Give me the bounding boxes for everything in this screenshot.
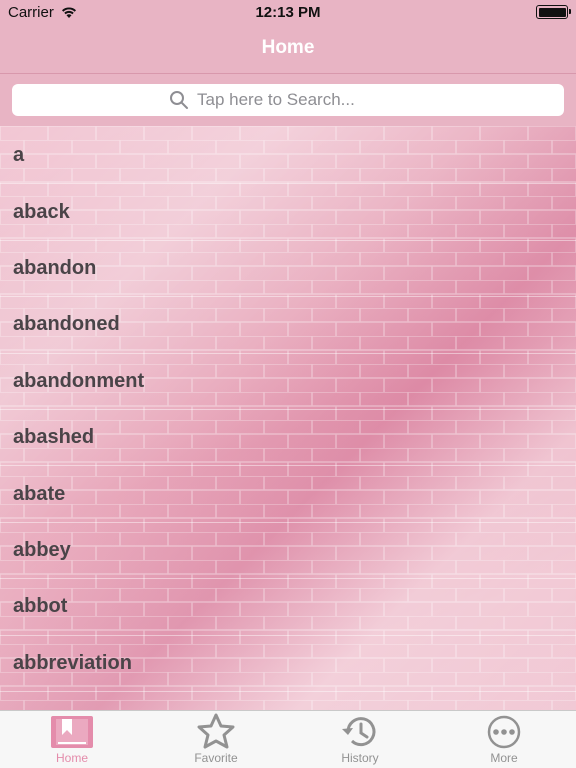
tab-favorite[interactable]: Favorite <box>144 711 288 768</box>
status-bar: Carrier 12:13 PM <box>0 0 576 24</box>
list-item[interactable]: abbreviation <box>0 636 576 692</box>
search-icon <box>170 91 188 109</box>
carrier-label: Carrier <box>8 3 54 21</box>
battery-icon <box>536 5 571 19</box>
status-time: 12:13 PM <box>255 3 321 21</box>
tab-more[interactable]: More <box>432 711 576 768</box>
list-item[interactable]: abbot <box>0 579 576 636</box>
list-item[interactable]: abandoned <box>0 297 576 354</box>
tab-home[interactable]: Home <box>0 711 144 768</box>
word-list: a aback abandon abandoned abandonment ab… <box>0 128 576 710</box>
tab-label: Favorite <box>194 751 238 765</box>
history-clock-icon <box>342 717 376 747</box>
tab-bar: Home Favorite History More <box>0 710 576 768</box>
list-item[interactable]: abate <box>0 466 576 523</box>
list-item[interactable]: abashed <box>0 410 576 467</box>
wifi-icon <box>61 7 76 18</box>
navigation-bar: Carrier 12:13 PM Home <box>0 0 576 74</box>
list-item[interactable]: abandon <box>0 241 576 298</box>
list-item[interactable]: a <box>0 128 576 185</box>
page-title: Home <box>261 37 315 58</box>
more-dots-icon <box>487 715 521 749</box>
list-item[interactable]: aback <box>0 184 576 241</box>
tab-history[interactable]: History <box>288 711 432 768</box>
list-item[interactable]: abbey <box>0 523 576 580</box>
search-bar <box>0 74 576 126</box>
list-item[interactable]: abandonment <box>0 354 576 410</box>
tab-label: Home <box>55 751 88 765</box>
tab-label: More <box>490 751 518 765</box>
star-icon <box>197 713 235 749</box>
tab-label: History <box>341 751 379 765</box>
bookmark-book-icon <box>51 716 93 748</box>
search-input[interactable] <box>197 90 407 110</box>
search-field[interactable] <box>12 84 564 116</box>
